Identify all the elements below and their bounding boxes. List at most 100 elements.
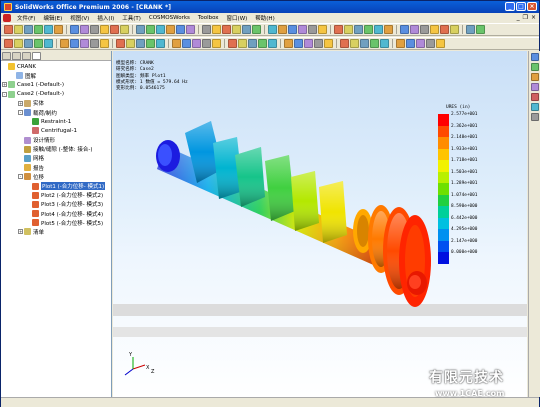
tree-item[interactable]: CRANK: [2, 62, 110, 71]
toolbar-tool-icon[interactable]: [436, 39, 445, 48]
tree-item[interactable]: - Case2 (-Default-): [2, 90, 110, 99]
toolbar-tool-icon[interactable]: [24, 39, 33, 48]
tree-item[interactable]: Plot4 (-合力位移- 模式4): [2, 209, 110, 218]
menu-view[interactable]: 视图(V): [66, 14, 93, 22]
toolbar-tool-icon[interactable]: [136, 25, 145, 34]
doc-minimize-icon[interactable]: _: [517, 14, 520, 21]
toolbar-tool-icon[interactable]: [172, 39, 181, 48]
toolbar-tool-icon[interactable]: [364, 25, 373, 34]
doc-close-icon[interactable]: ×: [531, 14, 536, 21]
toolbar-tool-icon[interactable]: [146, 25, 155, 34]
toolbar-tool-icon[interactable]: [156, 39, 165, 48]
toolbar-tool-icon[interactable]: [156, 25, 165, 34]
toolbar-tool-icon[interactable]: [450, 25, 459, 34]
toolbar-tool-icon[interactable]: [146, 39, 155, 48]
feature-tree-tab[interactable]: [2, 52, 11, 60]
toolbar-tool-icon[interactable]: [44, 39, 53, 48]
minimize-button[interactable]: _: [505, 2, 515, 11]
toolbar-tool-icon[interactable]: [268, 25, 277, 34]
toolbar-tool-icon[interactable]: [166, 25, 175, 34]
doc-restore-icon[interactable]: ❐: [523, 14, 528, 21]
toolbar-tool-icon[interactable]: [126, 39, 135, 48]
toolbar-tool-icon[interactable]: [374, 25, 383, 34]
menu-edit[interactable]: 编辑(E): [39, 14, 66, 22]
toolbar-tool-icon[interactable]: [466, 25, 475, 34]
toolbar-tool-icon[interactable]: [304, 39, 313, 48]
configuration-tab[interactable]: [22, 52, 31, 60]
menu-insert[interactable]: 插入(I): [93, 14, 118, 22]
toolbar-tool-icon[interactable]: [70, 25, 79, 34]
tree-item[interactable]: Plot1 (-合力位移- 模式1): [2, 181, 110, 191]
tree-item[interactable]: - 位移: [2, 172, 110, 181]
graphics-viewport[interactable]: 模型名称: CRANK 研究名称: Case2 图解类型: 频率 Plot1 模…: [113, 51, 527, 397]
toolbar-tool-icon[interactable]: [278, 25, 287, 34]
tree-item[interactable]: - 载荷/制约: [2, 108, 110, 117]
toolbar-tool-icon[interactable]: [4, 25, 13, 34]
toolbar-tool-icon[interactable]: [334, 25, 343, 34]
toolbar-tool-icon[interactable]: [426, 39, 435, 48]
toolbar-tool-icon[interactable]: [80, 39, 89, 48]
menu-tools[interactable]: 工具(T): [118, 14, 145, 22]
expand-icon[interactable]: +: [18, 229, 23, 235]
toolbar-tool-icon[interactable]: [400, 25, 409, 34]
toolbar-tool-icon[interactable]: [202, 25, 211, 34]
toolbar-tool-icon[interactable]: [248, 39, 257, 48]
title-bar[interactable]: SolidWorks Office Premium 2006 - [CRANK …: [1, 1, 539, 13]
toolbar-tool-icon[interactable]: [44, 25, 53, 34]
toolbar-tool-icon[interactable]: [360, 39, 369, 48]
toolbar-tool-icon[interactable]: [258, 39, 267, 48]
toolbar-tool-icon[interactable]: [354, 25, 363, 34]
tree-item[interactable]: 报告: [2, 163, 110, 172]
tree-item[interactable]: Centrifugal-1: [2, 126, 110, 135]
toolbar-tool-icon[interactable]: [110, 25, 119, 34]
collapse-icon[interactable]: -: [18, 110, 23, 116]
toolbar-tool-icon[interactable]: [120, 25, 129, 34]
toolbar-tool-icon[interactable]: [212, 39, 221, 48]
tree-item[interactable]: Plot2 (-合力位移- 模式2): [2, 191, 110, 200]
toolbar-tool-icon[interactable]: [100, 39, 109, 48]
toolbar-tool-icon[interactable]: [192, 39, 201, 48]
toolbar-tool-icon[interactable]: [314, 39, 323, 48]
toolbar-tool-icon[interactable]: [228, 39, 237, 48]
toolbar-tool-icon[interactable]: [430, 25, 439, 34]
toolbar-tool-icon[interactable]: [182, 39, 191, 48]
toolbar-tool-icon[interactable]: [380, 39, 389, 48]
toolbar-tool-icon[interactable]: [308, 25, 317, 34]
toolbar-tool-icon[interactable]: [34, 39, 43, 48]
toolbar-tool-icon[interactable]: [202, 39, 211, 48]
toolbar-tool-icon[interactable]: [176, 25, 185, 34]
toolbar-tool-icon[interactable]: [384, 25, 393, 34]
toolbar-tool-icon[interactable]: [136, 39, 145, 48]
task-pane-icon[interactable]: [530, 113, 539, 121]
toolbar-tool-icon[interactable]: [420, 25, 429, 34]
toolbar-tool-icon[interactable]: [90, 25, 99, 34]
toolbar-tool-icon[interactable]: [34, 25, 43, 34]
toolbar-tool-icon[interactable]: [340, 39, 349, 48]
expand-icon[interactable]: +: [2, 82, 7, 88]
tree-item[interactable]: + 清单: [2, 227, 110, 236]
collapse-icon[interactable]: -: [2, 91, 7, 97]
toolbar-tool-icon[interactable]: [90, 39, 99, 48]
toolbar-tool-icon[interactable]: [4, 39, 13, 48]
tree-item[interactable]: Restraint-1: [2, 117, 110, 126]
toolbar-tool-icon[interactable]: [344, 25, 353, 34]
toolbar-tool-icon[interactable]: [242, 25, 251, 34]
document-icon[interactable]: [3, 14, 11, 22]
task-pane-icon[interactable]: [530, 103, 539, 111]
toolbar-tool-icon[interactable]: [284, 39, 293, 48]
collapse-icon[interactable]: -: [18, 174, 23, 180]
toolbar-tool-icon[interactable]: [14, 39, 23, 48]
tree-item[interactable]: 接触/缝隙 (-整体: 接合-): [2, 145, 110, 154]
toolbar-tool-icon[interactable]: [24, 25, 33, 34]
toolbar-tool-icon[interactable]: [100, 25, 109, 34]
tree-item[interactable]: 设计情形: [2, 136, 110, 145]
toolbar-tool-icon[interactable]: [222, 25, 231, 34]
menu-cosmosworks[interactable]: COSMOSWorks: [145, 15, 194, 21]
toolbar-tool-icon[interactable]: [440, 25, 449, 34]
toolbar-tool-icon[interactable]: [406, 39, 415, 48]
toolbar-tool-icon[interactable]: [370, 39, 379, 48]
toolbar-tool-icon[interactable]: [60, 39, 69, 48]
toolbar-tool-icon[interactable]: [252, 25, 261, 34]
toolbar-tool-icon[interactable]: [396, 39, 405, 48]
toolbar-tool-icon[interactable]: [350, 39, 359, 48]
